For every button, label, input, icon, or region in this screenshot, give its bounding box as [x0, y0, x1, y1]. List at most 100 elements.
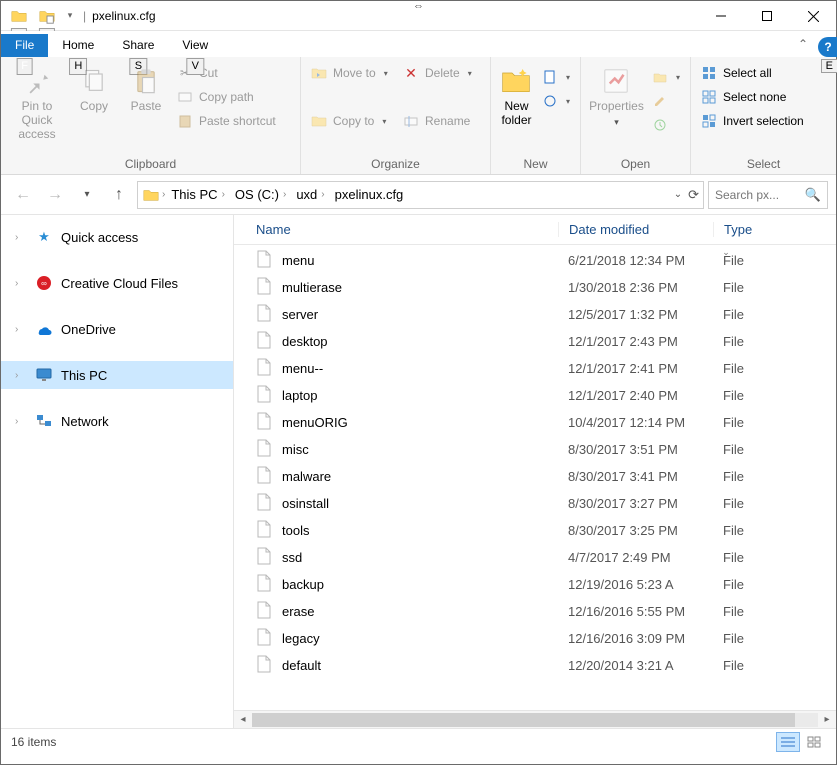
file-type: File: [713, 280, 793, 295]
table-row[interactable]: osinstall8/30/2017 3:27 PMFile: [256, 490, 836, 517]
scroll-right-icon[interactable]: ▸: [818, 714, 836, 725]
up-button[interactable]: ↑: [105, 181, 133, 209]
open-icon: [652, 69, 668, 85]
table-row[interactable]: desktop12/1/2017 2:43 PMFile: [256, 328, 836, 355]
table-row[interactable]: menu--12/1/2017 2:41 PMFile: [256, 355, 836, 382]
horizontal-scrollbar[interactable]: ◂ ▸: [234, 710, 836, 728]
new-item-button[interactable]: ▾: [538, 65, 574, 89]
help-button[interactable]: ?: [818, 37, 837, 57]
table-row[interactable]: ssd4/7/2017 2:49 PMFile: [256, 544, 836, 571]
scrollbar-thumb[interactable]: [252, 713, 795, 727]
file-type: File: [713, 496, 793, 511]
table-row[interactable]: menu6/21/2018 12:34 PMFile: [256, 247, 836, 274]
table-row[interactable]: default12/20/2014 3:21 AFile: [256, 652, 836, 679]
forward-button[interactable]: →: [41, 181, 69, 209]
sidebar-item-creative-cloud[interactable]: › ∞ Creative Cloud Files: [1, 269, 233, 297]
copy-to-button[interactable]: Copy to▾: [307, 109, 397, 133]
tab-view[interactable]: View V: [168, 34, 222, 57]
chevron-right-icon[interactable]: ›: [162, 189, 165, 200]
resize-handle-icon[interactable]: ⇔: [413, 0, 424, 12]
paste-shortcut-button[interactable]: Paste shortcut: [173, 109, 280, 133]
select-all-button[interactable]: Select all: [697, 61, 808, 85]
table-row[interactable]: laptop12/1/2017 2:40 PMFile: [256, 382, 836, 409]
tab-file[interactable]: File F: [1, 34, 48, 57]
pin-to-quick-access-button[interactable]: Pin to Quick access: [7, 61, 67, 141]
status-bar: 16 items: [1, 728, 836, 755]
delete-button[interactable]: ✕Delete▾: [399, 61, 483, 85]
invert-selection-button[interactable]: Invert selection: [697, 109, 808, 133]
table-row[interactable]: backup12/19/2016 5:23 AFile: [256, 571, 836, 598]
nav-tree: › ★ Quick access › ∞ Creative Cloud File…: [1, 215, 234, 728]
sidebar-item-network[interactable]: › Network: [1, 407, 233, 435]
qat-customize-dropdown[interactable]: ▾: [63, 5, 77, 27]
copy-path-button[interactable]: Copy path: [173, 85, 280, 109]
address-dropdown-button[interactable]: ⌄: [674, 189, 682, 200]
file-date: 8/30/2017 3:25 PM: [558, 523, 713, 538]
column-header-name[interactable]: Name: [256, 222, 558, 237]
history-icon: [652, 117, 668, 133]
table-row[interactable]: tools8/30/2017 3:25 PMFile: [256, 517, 836, 544]
breadcrumb-item[interactable]: pxelinux.cfg: [331, 187, 408, 202]
collapse-ribbon-button[interactable]: ⌃: [798, 37, 808, 51]
new-folder-button[interactable]: New folder: [497, 61, 536, 128]
new-item-icon: [542, 69, 558, 85]
monitor-icon: [35, 366, 53, 384]
details-view-button[interactable]: [776, 732, 800, 752]
paste-button[interactable]: Paste: [121, 61, 171, 114]
table-row[interactable]: malware8/30/2017 3:41 PMFile: [256, 463, 836, 490]
expander-icon[interactable]: ›: [15, 416, 27, 427]
qat-properties-icon[interactable]: 2: [35, 5, 59, 27]
move-to-button[interactable]: Move to▾: [307, 61, 397, 85]
table-row[interactable]: multierase1/30/2018 2:36 PMFile: [256, 274, 836, 301]
close-button[interactable]: [790, 1, 836, 31]
sidebar-item-this-pc[interactable]: › This PC: [1, 361, 233, 389]
sidebar-item-label: Quick access: [61, 230, 138, 245]
keytip: E: [821, 59, 837, 73]
breadcrumb-item[interactable]: This PC›: [167, 187, 229, 202]
column-header-date[interactable]: Date modified: [558, 222, 713, 237]
tab-home[interactable]: Home H: [48, 34, 108, 57]
recent-locations-button[interactable]: ▾: [73, 181, 101, 209]
search-placeholder: Search px...: [715, 188, 799, 202]
table-row[interactable]: erase12/16/2016 5:55 PMFile: [256, 598, 836, 625]
minimize-button[interactable]: [698, 1, 744, 31]
refresh-button[interactable]: ⟳: [688, 187, 699, 203]
file-icon: [256, 574, 272, 595]
history-button[interactable]: [648, 113, 684, 137]
expander-icon[interactable]: ›: [15, 232, 27, 243]
open-button[interactable]: ▾: [648, 65, 684, 89]
table-row[interactable]: menuORIG10/4/2017 12:14 PMFile: [256, 409, 836, 436]
select-none-button[interactable]: Select none: [697, 85, 808, 109]
sidebar-item-quick-access[interactable]: › ★ Quick access: [1, 223, 233, 251]
column-header-type[interactable]: Type: [713, 222, 793, 237]
expander-icon[interactable]: ›: [15, 324, 27, 335]
table-row[interactable]: legacy12/16/2016 3:09 PMFile: [256, 625, 836, 652]
group-label: New: [491, 156, 580, 174]
sidebar-item-onedrive[interactable]: › OneDrive: [1, 315, 233, 343]
maximize-button[interactable]: [744, 1, 790, 31]
scroll-left-icon[interactable]: ◂: [234, 714, 252, 725]
search-input[interactable]: Search px... 🔍: [708, 181, 828, 209]
tab-share[interactable]: Share S: [108, 34, 168, 57]
address-bar[interactable]: › This PC› OS (C:)› uxd› pxelinux.cfg ⌄ …: [137, 181, 704, 209]
onedrive-icon: [35, 320, 53, 338]
qat-folder-icon[interactable]: 1: [7, 5, 31, 27]
file-name: misc: [282, 442, 309, 457]
breadcrumb-item[interactable]: uxd›: [292, 187, 328, 202]
scrollbar-track[interactable]: [252, 713, 818, 727]
properties-button[interactable]: Properties ▾: [587, 61, 646, 127]
file-icon: [256, 385, 272, 406]
expander-icon[interactable]: ›: [15, 370, 27, 381]
expander-icon[interactable]: ›: [15, 278, 27, 289]
table-row[interactable]: misc8/30/2017 3:51 PMFile: [256, 436, 836, 463]
rename-button[interactable]: Rename: [399, 109, 483, 133]
rename-icon: [403, 113, 419, 129]
easy-access-button[interactable]: ▾: [538, 89, 574, 113]
back-button[interactable]: ←: [9, 181, 37, 209]
table-row[interactable]: server12/5/2017 1:32 PMFile: [256, 301, 836, 328]
edit-button[interactable]: [648, 89, 684, 113]
thumbnails-view-button[interactable]: [802, 732, 826, 752]
copy-button[interactable]: Copy: [69, 61, 119, 114]
breadcrumb-item[interactable]: OS (C:)›: [231, 187, 290, 202]
file-name: backup: [282, 577, 324, 592]
